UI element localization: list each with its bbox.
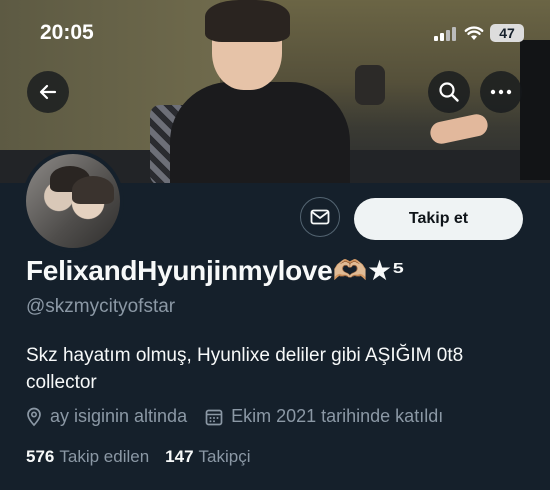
followers-label: Takipçi <box>198 447 251 466</box>
banner-person-body <box>170 82 350 183</box>
follow-button[interactable]: Takip et <box>354 198 523 240</box>
followers-count: 147 <box>165 447 194 466</box>
followers-link[interactable]: 147 Takipçi <box>165 447 250 467</box>
calendar-icon <box>205 409 223 425</box>
wifi-icon <box>464 26 484 40</box>
search-icon <box>439 82 459 102</box>
profile-meta: ay isiginin altinda Ekim 2021 tarihinde … <box>26 406 461 427</box>
user-handle: @skzmycityofstar <box>26 296 176 317</box>
banner-object <box>355 65 385 105</box>
back-button[interactable] <box>27 71 69 113</box>
status-bar: 20:05 47 <box>0 0 550 62</box>
envelope-icon <box>310 209 330 225</box>
back-arrow-icon <box>39 84 57 100</box>
search-button[interactable] <box>428 71 470 113</box>
profile-bio: Skz hayatım olmuş, Hyunlixe deliler gibi… <box>26 345 464 393</box>
joined-item: Ekim 2021 tarihinde katıldı <box>205 406 443 427</box>
more-icon <box>490 89 512 95</box>
following-link[interactable]: 576 Takip edilen <box>26 447 149 467</box>
cellular-signal-icon <box>434 27 456 41</box>
display-name: FelixandHyunjinmylove🫶🏼★⁵ <box>26 255 405 286</box>
following-label: Takip edilen <box>59 447 150 466</box>
more-button[interactable] <box>480 71 522 113</box>
battery-indicator: 47 <box>490 24 524 42</box>
avatar-hair-right <box>72 176 114 204</box>
joined-text: Ekim 2021 tarihinde katıldı <box>231 406 444 426</box>
banner-hand <box>428 112 490 146</box>
message-button[interactable] <box>300 197 340 237</box>
status-time: 20:05 <box>40 21 94 44</box>
location-text: ay isiginin altinda <box>50 406 188 426</box>
follow-counts: 576 Takip edilen 147 Takipçi <box>26 447 267 467</box>
location-pin-icon <box>27 407 41 426</box>
profile-avatar[interactable] <box>22 150 124 252</box>
location-item: ay isiginin altinda <box>26 406 187 427</box>
following-count: 576 <box>26 447 55 466</box>
